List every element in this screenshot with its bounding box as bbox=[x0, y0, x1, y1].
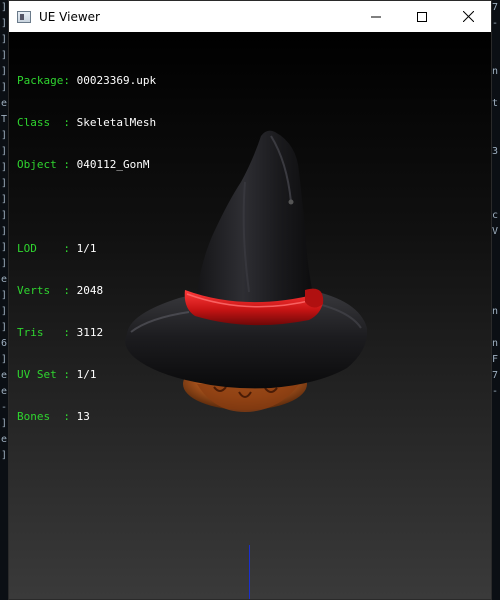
console-glimpse-right: c bbox=[492, 210, 499, 221]
console-glimpse-left: e bbox=[1, 274, 8, 285]
console-glimpse-left: ] bbox=[1, 306, 8, 317]
console-glimpse-right: 3 bbox=[492, 146, 499, 157]
console-glimpse-left: ] bbox=[1, 322, 8, 333]
console-glimpse-left: - bbox=[1, 402, 8, 413]
skeletal-mesh-witch-hat bbox=[125, 130, 368, 412]
console-glimpse-left: e bbox=[1, 434, 8, 445]
console-glimpse-left: ] bbox=[1, 226, 8, 237]
console-glimpse-right bbox=[492, 160, 500, 176]
console-glimpse-left: e bbox=[1, 386, 8, 397]
window-title: UE Viewer bbox=[39, 9, 100, 24]
console-glimpse-right: 7 bbox=[492, 370, 499, 381]
console-glimpse-left: e bbox=[1, 98, 8, 109]
console-glimpse-left: T bbox=[1, 114, 8, 125]
console-glimpse-left: ] bbox=[1, 34, 8, 45]
title-bar[interactable]: UE Viewer bbox=[9, 1, 491, 33]
maximize-icon bbox=[417, 11, 427, 22]
3d-viewport[interactable]: Package: 00023369.upk Class : SkeletalMe… bbox=[9, 32, 491, 599]
console-glimpse-left: e bbox=[1, 370, 8, 381]
ue-viewer-window: UE Viewer Package: 00023369.upk Class : … bbox=[8, 0, 492, 600]
console-glimpse-right: F bbox=[492, 354, 499, 365]
minimize-button[interactable] bbox=[353, 1, 399, 32]
console-glimpse-left: 6 bbox=[1, 338, 8, 349]
console-glimpse-left: ] bbox=[1, 242, 8, 253]
console-glimpse-right: n bbox=[492, 306, 499, 317]
console-glimpse-right: t bbox=[492, 98, 499, 109]
console-glimpse-left: ] bbox=[1, 178, 8, 189]
window-controls bbox=[353, 1, 491, 32]
console-glimpse-right bbox=[492, 176, 500, 192]
console-glimpse-right: n bbox=[492, 338, 499, 349]
app-icon bbox=[17, 10, 31, 23]
console-glimpse-right: n bbox=[492, 66, 499, 77]
close-button[interactable] bbox=[445, 1, 491, 32]
console-glimpse-right bbox=[492, 32, 500, 48]
console-glimpse-right bbox=[492, 80, 500, 96]
console-glimpse-left: ] bbox=[1, 2, 8, 13]
background-console-left: ]]]]]] e T]]]]]]]]] e]]] 6] e e -] e] bbox=[0, 0, 8, 600]
console-glimpse-left: ] bbox=[1, 18, 8, 29]
hat-cone bbox=[195, 130, 315, 323]
console-glimpse-left: ] bbox=[1, 50, 8, 61]
console-glimpse-right bbox=[492, 256, 500, 272]
console-glimpse-right: V bbox=[492, 226, 499, 237]
console-glimpse-right bbox=[492, 48, 500, 64]
console-glimpse-left: ] bbox=[1, 450, 8, 461]
close-icon bbox=[462, 11, 474, 22]
console-glimpse-left: ] bbox=[1, 210, 8, 221]
axis-indicator bbox=[249, 545, 250, 599]
console-glimpse-right bbox=[492, 272, 500, 288]
minimize-icon bbox=[371, 16, 381, 17]
console-glimpse-right bbox=[492, 192, 500, 208]
console-glimpse-left: ] bbox=[1, 258, 8, 269]
console-glimpse-left: ] bbox=[1, 82, 8, 93]
console-glimpse-right: 7 bbox=[492, 2, 499, 13]
console-glimpse-right bbox=[492, 320, 500, 336]
console-glimpse-left: ] bbox=[1, 290, 8, 301]
maximize-button[interactable] bbox=[399, 1, 445, 32]
console-glimpse-right: - bbox=[492, 386, 499, 397]
console-glimpse-left: ] bbox=[1, 146, 8, 157]
console-glimpse-left: ] bbox=[1, 354, 8, 365]
background-console-right: 7-nt3cVnnF7- bbox=[492, 0, 500, 600]
console-glimpse-right: - bbox=[492, 18, 499, 29]
console-glimpse-left: ] bbox=[1, 418, 8, 429]
console-glimpse-left: ] bbox=[1, 130, 8, 141]
console-glimpse-left: ] bbox=[1, 162, 8, 173]
console-glimpse-left: ] bbox=[1, 194, 8, 205]
console-glimpse-right bbox=[492, 288, 500, 304]
console-glimpse-right bbox=[492, 112, 500, 128]
console-glimpse-right bbox=[492, 240, 500, 256]
console-glimpse-left: ] bbox=[1, 66, 8, 77]
console-glimpse-right bbox=[492, 128, 500, 144]
